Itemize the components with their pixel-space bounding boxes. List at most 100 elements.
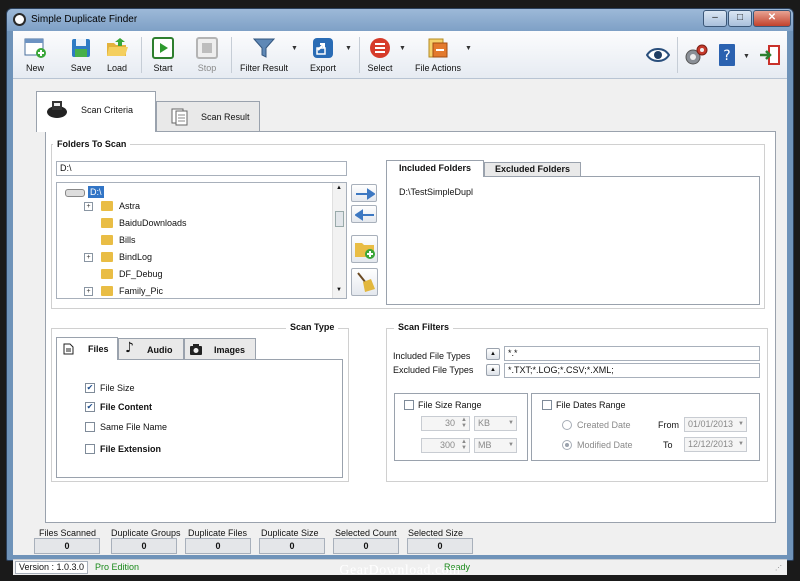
export-dropdown-arrow-icon[interactable]: ▼ — [345, 45, 352, 52]
tree-expand-toggle[interactable]: + — [84, 253, 93, 262]
included-file-types-label: Included File Types — [393, 351, 471, 361]
filter-dropdown-arrow-icon[interactable]: ▼ — [291, 45, 298, 52]
select-dropdown-arrow-icon[interactable]: ▼ — [399, 45, 406, 52]
minimize-button[interactable]: – — [703, 10, 727, 27]
tab-scan-criteria-label: Scan Criteria — [81, 105, 134, 115]
tree-item-label: DF_Debug — [119, 269, 163, 279]
included-types-picker-button[interactable]: ▲ — [486, 348, 500, 360]
stat-value: 0 — [185, 538, 251, 554]
scan-criteria-panel: Folders To Scan D:\ D:\ + Astra BaiduDow… — [45, 131, 776, 523]
clear-list-button[interactable] — [351, 268, 378, 296]
chevron-down-icon: ▼ — [738, 421, 744, 427]
size-min-unit-value: KB — [478, 418, 491, 428]
same-file-name-checkbox[interactable] — [85, 422, 95, 432]
file-size-range-checkbox[interactable] — [404, 400, 414, 410]
folder-tree[interactable]: D:\ + Astra BaiduDownloads Bills + BindL… — [56, 182, 347, 299]
tree-item[interactable]: BaiduDownloads — [101, 215, 187, 231]
tree-root-node[interactable]: D:\ — [65, 184, 104, 200]
file-content-checkbox[interactable]: ✔ — [85, 402, 95, 412]
close-button[interactable]: ✕ — [753, 10, 791, 27]
filter-result-button[interactable]: Filter Result ▼ — [239, 33, 298, 77]
tab-images[interactable]: Images — [184, 338, 256, 360]
chevron-down-icon: ▼ — [508, 420, 514, 426]
select-button[interactable]: Select ▼ — [365, 33, 406, 77]
add-folder-button[interactable] — [351, 235, 378, 263]
tab-scan-result-label: Scan Result — [201, 112, 250, 122]
scroll-up-arrow-icon[interactable]: ▲ — [336, 185, 342, 191]
tab-scan-criteria[interactable]: Scan Criteria — [36, 91, 156, 132]
list-item[interactable]: D:\TestSimpleDupl — [399, 187, 473, 197]
tree-scrollbar[interactable]: ▲ ▼ — [332, 183, 346, 298]
drive-icon — [65, 188, 85, 197]
folder-path-input[interactable]: D:\ — [56, 161, 347, 176]
tree-item[interactable]: BindLog — [101, 249, 152, 265]
to-date-picker[interactable]: 12/12/2013 ▼ — [684, 437, 747, 452]
remove-from-included-button[interactable] — [351, 205, 377, 223]
included-folders-list[interactable]: D:\TestSimpleDupl — [386, 176, 760, 305]
stop-icon — [196, 37, 218, 59]
new-icon — [24, 38, 46, 58]
tree-item[interactable]: DF_Debug — [101, 266, 163, 282]
excluded-file-types-input[interactable]: *.TXT;*.LOG;*.CSV;*.XML; — [504, 363, 760, 378]
size-max-unit-select[interactable]: MB ▼ — [474, 438, 517, 453]
stat-value: 0 — [407, 538, 473, 554]
included-file-types-input[interactable]: *.* — [504, 346, 760, 361]
new-button[interactable]: New — [23, 33, 47, 77]
start-button[interactable]: Start — [151, 33, 175, 77]
tree-expand-toggle[interactable]: + — [84, 287, 93, 296]
maximize-button[interactable]: □ — [728, 10, 752, 27]
file-actions-dropdown-arrow-icon[interactable]: ▼ — [465, 45, 472, 52]
preview-button[interactable] — [645, 33, 671, 77]
tab-excluded-folders[interactable]: Excluded Folders — [484, 162, 581, 177]
size-min-unit-select[interactable]: KB ▼ — [474, 416, 517, 431]
file-actions-button[interactable]: File Actions ▼ — [413, 33, 472, 77]
tab-audio[interactable]: ♪ Audio — [118, 338, 184, 360]
excluded-file-types-label: Excluded File Types — [393, 365, 474, 375]
file-size-checkbox[interactable]: ✔ — [85, 383, 95, 393]
excluded-types-picker-button[interactable]: ▲ — [486, 364, 500, 376]
toolbar-separator — [677, 37, 678, 73]
modified-date-radio[interactable] — [562, 440, 572, 450]
scrollbar-thumb[interactable] — [335, 211, 344, 227]
help-button[interactable]: ? ▼ — [715, 33, 750, 77]
add-to-included-button[interactable] — [351, 184, 377, 202]
app-window: Simple Duplicate Finder – □ ✕ New Save L… — [6, 8, 794, 575]
title-bar[interactable]: Simple Duplicate Finder – □ ✕ — [7, 9, 793, 31]
created-date-radio[interactable] — [562, 420, 572, 430]
toolbar-separator — [141, 37, 142, 73]
stat-value: 0 — [111, 538, 177, 554]
scroll-down-arrow-icon[interactable]: ▼ — [336, 287, 342, 293]
filter-result-label: Filter Result — [239, 63, 288, 73]
settings-button[interactable] — [683, 33, 709, 77]
tree-item[interactable]: Bills — [101, 232, 136, 248]
from-date-picker[interactable]: 01/01/2013 ▼ — [684, 417, 747, 432]
export-button[interactable]: Export ▼ — [303, 33, 352, 77]
watermark: GearDownload.com — [339, 563, 461, 578]
help-dropdown-arrow-icon[interactable]: ▼ — [743, 53, 750, 60]
tree-item[interactable]: Astra — [101, 198, 140, 214]
tree-item-label: BaiduDownloads — [119, 218, 187, 228]
tree-item[interactable]: Family_Pic — [101, 283, 163, 298]
exit-button[interactable] — [757, 33, 783, 77]
tab-scan-result[interactable]: Scan Result — [156, 101, 260, 132]
file-dates-range-label: File Dates Range — [556, 400, 626, 410]
tree-expand-toggle[interactable]: + — [84, 202, 93, 211]
filter-icon — [252, 38, 276, 58]
tab-included-folders[interactable]: Included Folders — [386, 160, 484, 177]
tab-files[interactable]: Files — [56, 337, 118, 360]
save-button[interactable]: Save — [69, 33, 93, 77]
size-max-stepper[interactable]: 300 ▲ ▼ — [421, 438, 470, 453]
toolbar-separator — [231, 37, 232, 73]
stepper-arrows-icon: ▲ ▼ — [461, 439, 467, 451]
music-note-icon: ♪ — [125, 340, 134, 356]
file-dates-range-checkbox[interactable] — [542, 400, 552, 410]
folder-icon — [101, 251, 113, 262]
from-label: From — [658, 420, 679, 430]
size-min-value: 30 — [444, 418, 455, 428]
file-extension-checkbox[interactable] — [85, 444, 95, 454]
stop-button[interactable]: Stop — [195, 33, 219, 77]
created-date-label: Created Date — [577, 420, 631, 430]
arrow-right-icon — [356, 188, 375, 200]
load-button[interactable]: Load — [105, 33, 129, 77]
size-min-stepper[interactable]: 30 ▲ ▼ — [421, 416, 470, 431]
